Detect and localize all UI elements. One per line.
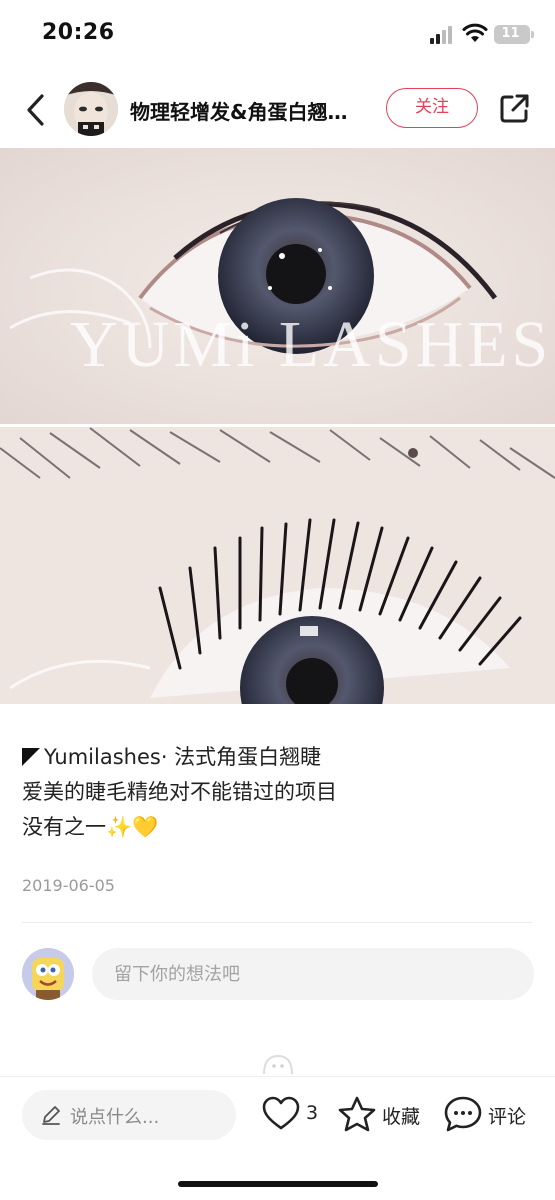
cellular-signal-icon <box>430 24 456 44</box>
back-icon[interactable] <box>18 90 54 130</box>
corner-mark-icon <box>22 748 40 766</box>
caption-line-text: Yumilashes· 法式角蛋白翘睫 <box>44 745 322 769</box>
chat-bubble-icon <box>444 1096 482 1132</box>
bottom-action-bar: 说点什么... 3 收藏 评论 <box>0 1076 555 1200</box>
collect-label: 收藏 <box>382 1106 421 1128</box>
pencil-icon <box>42 1106 60 1125</box>
end-of-content-icon <box>263 1054 293 1074</box>
like-count: 3 <box>306 1102 319 1124</box>
author-name[interactable]: 物理轻增发&角蛋白翘… <box>130 96 370 125</box>
author-avatar[interactable] <box>64 82 118 136</box>
post-date: 2019-06-05 <box>22 876 115 895</box>
comment-input[interactable] <box>92 948 534 1000</box>
heart-icon <box>262 1096 300 1130</box>
status-time: 20:26 <box>42 20 115 45</box>
post-caption: Yumilashes· 法式角蛋白翘睫 爱美的睫毛精绝对不能错过的项目 没有之一… <box>22 740 532 845</box>
user-avatar[interactable] <box>22 948 74 1000</box>
like-button[interactable]: 3 <box>262 1093 322 1137</box>
bottom-comment-input[interactable]: 说点什么... <box>22 1090 236 1140</box>
divider <box>22 922 532 923</box>
comment-button[interactable]: 评论 <box>444 1093 534 1137</box>
battery-icon: 11 <box>494 25 534 44</box>
status-bar: 20:26 11 <box>0 0 555 70</box>
star-icon <box>338 1096 376 1132</box>
share-icon[interactable] <box>496 91 532 127</box>
post-photo[interactable]: YUMi LASHES <box>0 148 555 704</box>
caption-line: Yumilashes· 法式角蛋白翘睫 <box>22 740 532 775</box>
follow-button[interactable]: 关注 <box>386 88 478 128</box>
caption-line: 爱美的睫毛精绝对不能错过的项目 <box>22 780 337 804</box>
collect-button[interactable]: 收藏 <box>338 1093 428 1137</box>
wifi-icon <box>462 23 488 42</box>
photo-watermark: YUMi LASHES <box>70 308 552 381</box>
comment-label: 评论 <box>488 1106 527 1128</box>
home-indicator[interactable] <box>178 1181 378 1187</box>
bottom-input-placeholder: 说点什么... <box>70 1107 160 1128</box>
post-header: 物理轻增发&角蛋白翘… 关注 <box>0 72 555 148</box>
caption-line: 没有之一✨💛 <box>22 815 159 839</box>
battery-level: 11 <box>501 26 520 41</box>
